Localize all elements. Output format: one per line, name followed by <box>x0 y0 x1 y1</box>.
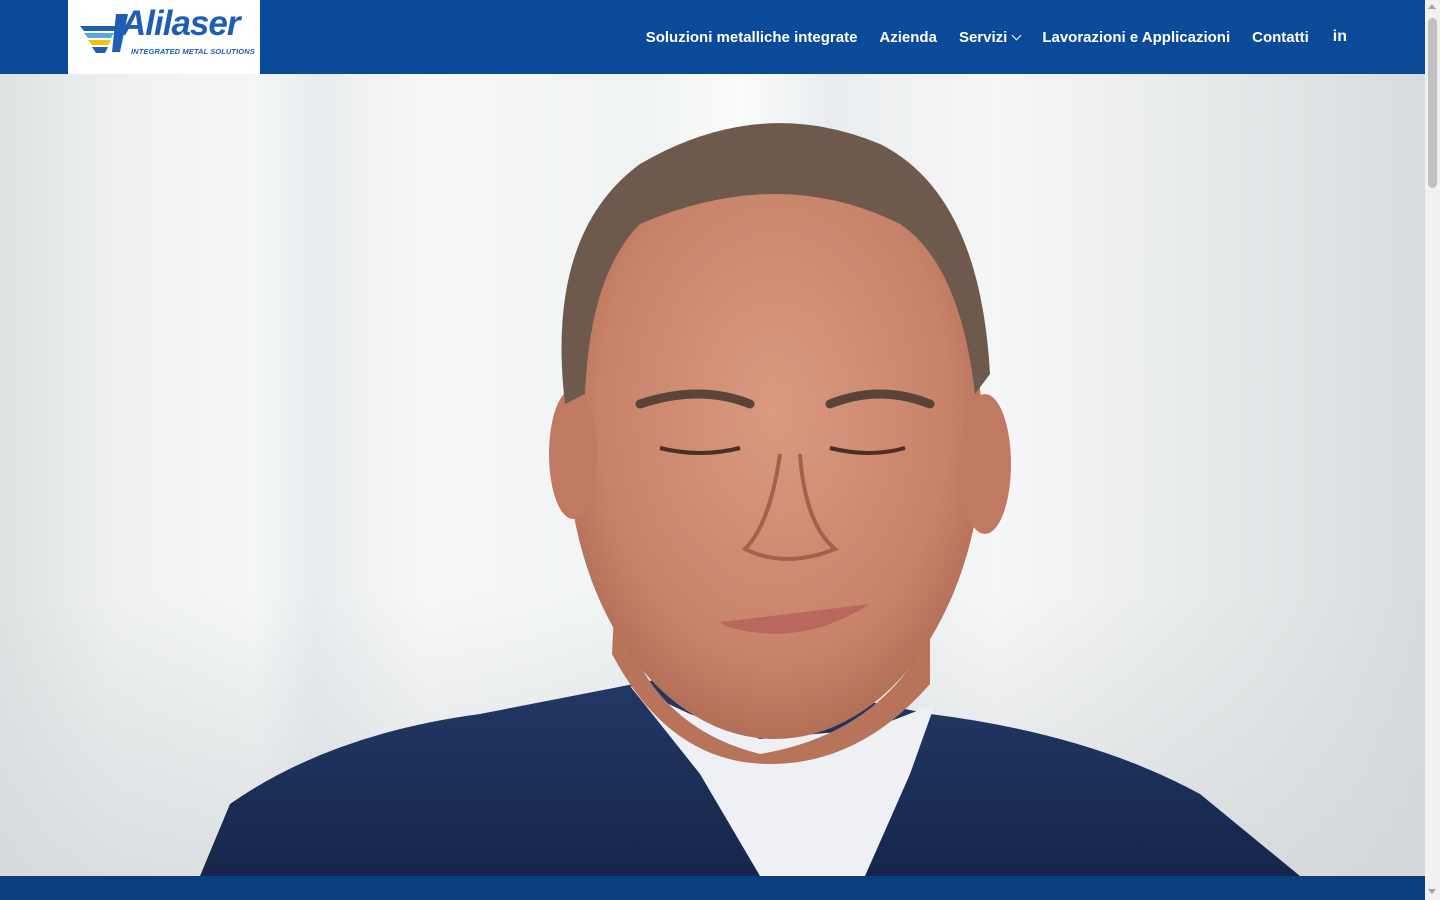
hero-video[interactable] <box>0 74 1425 876</box>
nav-label: Contatti <box>1252 28 1309 46</box>
nav-label: Lavorazioni e Applicazioni <box>1042 28 1231 46</box>
nav-contatti[interactable]: Contatti <box>1252 29 1309 46</box>
chevron-down-icon <box>1011 30 1022 40</box>
scrollbar-thumb[interactable] <box>1428 18 1437 188</box>
nav-label: Soluzioni metalliche integrate <box>645 28 858 46</box>
nav-label: Azienda <box>879 28 937 46</box>
logo-tagline: INTEGRATED METAL SOLUTIONS <box>131 47 255 56</box>
site-header: Alilaser INTEGRATED METAL SOLUTIONS Solu… <box>0 0 1425 74</box>
scroll-down-icon[interactable] <box>1428 889 1436 894</box>
nav-label: Servizi <box>958 28 1008 46</box>
scroll-up-icon[interactable] <box>1428 4 1436 9</box>
linkedin-label: in <box>1332 28 1347 45</box>
logo-wordmark: Alilaser <box>121 4 240 43</box>
nav-servizi[interactable]: Servizi <box>958 28 1022 46</box>
main-nav: Soluzioni metalliche integrate Azienda S… <box>646 0 1347 74</box>
footer-band <box>0 876 1425 900</box>
nav-lavorazioni-e-applicazioni[interactable]: Lavorazioni e Applicazioni <box>1042 29 1230 46</box>
linkedin-icon[interactable]: in <box>1333 28 1347 46</box>
nav-azienda[interactable]: Azienda <box>879 29 937 46</box>
nav-soluzioni-metalliche-integrate[interactable]: Soluzioni metalliche integrate <box>646 29 858 46</box>
hero-portrait-image <box>200 123 1300 876</box>
